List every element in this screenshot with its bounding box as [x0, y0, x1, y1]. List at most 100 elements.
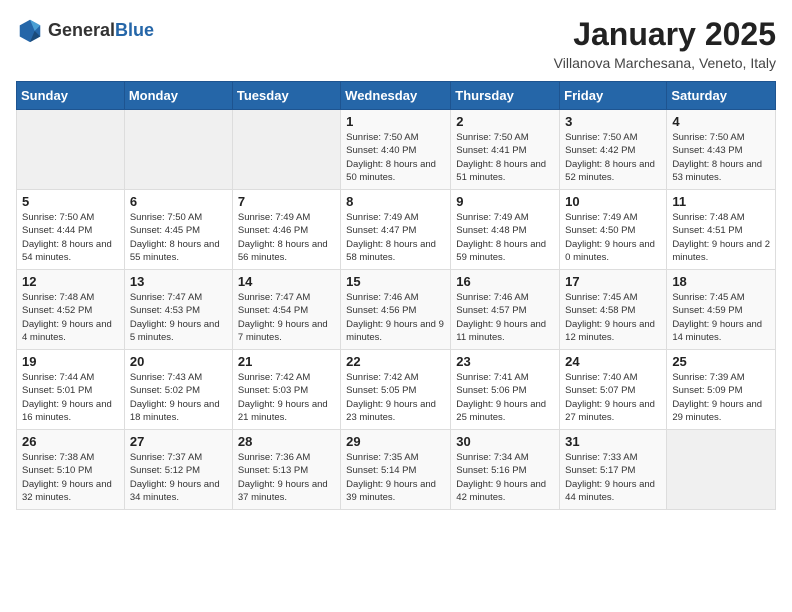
month-title: January 2025 — [554, 16, 776, 53]
day-info: Sunrise: 7:50 AMSunset: 4:43 PMDaylight:… — [672, 131, 770, 184]
title-block: January 2025 Villanova Marchesana, Venet… — [554, 16, 776, 71]
day-info: Sunrise: 7:45 AMSunset: 4:58 PMDaylight:… — [565, 291, 661, 344]
calendar-day-cell: 14 Sunrise: 7:47 AMSunset: 4:54 PMDayligh… — [232, 270, 340, 350]
day-info: Sunrise: 7:47 AMSunset: 4:54 PMDaylight:… — [238, 291, 335, 344]
calendar-day-cell: 25 Sunrise: 7:39 AMSunset: 5:09 PMDayligh… — [667, 350, 776, 430]
calendar-day-cell: 9 Sunrise: 7:49 AMSunset: 4:48 PMDaylight… — [451, 190, 560, 270]
day-info: Sunrise: 7:34 AMSunset: 5:16 PMDaylight:… — [456, 451, 554, 504]
calendar-day-cell — [232, 110, 340, 190]
calendar-day-cell: 28 Sunrise: 7:36 AMSunset: 5:13 PMDayligh… — [232, 430, 340, 510]
day-number: 3 — [565, 114, 661, 129]
day-number: 9 — [456, 194, 554, 209]
calendar-day-cell: 23 Sunrise: 7:41 AMSunset: 5:06 PMDayligh… — [451, 350, 560, 430]
day-number: 31 — [565, 434, 661, 449]
day-number: 16 — [456, 274, 554, 289]
day-info: Sunrise: 7:49 AMSunset: 4:46 PMDaylight:… — [238, 211, 335, 264]
day-info: Sunrise: 7:50 AMSunset: 4:44 PMDaylight:… — [22, 211, 119, 264]
calendar-day-cell: 20 Sunrise: 7:43 AMSunset: 5:02 PMDayligh… — [124, 350, 232, 430]
logo-icon — [16, 16, 44, 44]
day-info: Sunrise: 7:38 AMSunset: 5:10 PMDaylight:… — [22, 451, 119, 504]
calendar-day-cell: 30 Sunrise: 7:34 AMSunset: 5:16 PMDayligh… — [451, 430, 560, 510]
calendar-day-cell: 10 Sunrise: 7:49 AMSunset: 4:50 PMDayligh… — [560, 190, 667, 270]
location-title: Villanova Marchesana, Veneto, Italy — [554, 55, 776, 71]
day-number: 27 — [130, 434, 227, 449]
calendar-day-cell: 16Sunrise: 7:46 AMSunset: 4:57 PMDayligh… — [451, 270, 560, 350]
calendar-week-row: 26Sunrise: 7:38 AMSunset: 5:10 PMDayligh… — [17, 430, 776, 510]
calendar-day-cell: 26Sunrise: 7:38 AMSunset: 5:10 PMDayligh… — [17, 430, 125, 510]
calendar-day-cell: 11 Sunrise: 7:48 AMSunset: 4:51 PMDayligh… — [667, 190, 776, 270]
calendar-header-row: SundayMondayTuesdayWednesdayThursdayFrid… — [17, 82, 776, 110]
day-of-week-header: Wednesday — [341, 82, 451, 110]
page-header: GeneralBlue January 2025 Villanova March… — [16, 16, 776, 71]
day-info: Sunrise: 7:37 AMSunset: 5:12 PMDaylight:… — [130, 451, 227, 504]
day-number: 7 — [238, 194, 335, 209]
logo-blue: Blue — [115, 20, 154, 40]
day-info: Sunrise: 7:44 AMSunset: 5:01 PMDaylight:… — [22, 371, 119, 424]
logo-text: GeneralBlue — [48, 20, 154, 41]
calendar-day-cell: 5 Sunrise: 7:50 AMSunset: 4:44 PMDaylight… — [17, 190, 125, 270]
day-of-week-header: Saturday — [667, 82, 776, 110]
day-number: 19 — [22, 354, 119, 369]
day-of-week-header: Sunday — [17, 82, 125, 110]
day-info: Sunrise: 7:43 AMSunset: 5:02 PMDaylight:… — [130, 371, 227, 424]
calendar-day-cell: 7 Sunrise: 7:49 AMSunset: 4:46 PMDaylight… — [232, 190, 340, 270]
day-info: Sunrise: 7:50 AMSunset: 4:42 PMDaylight:… — [565, 131, 661, 184]
day-number: 11 — [672, 194, 770, 209]
logo: GeneralBlue — [16, 16, 154, 44]
calendar-day-cell: 18Sunrise: 7:45 AMSunset: 4:59 PMDayligh… — [667, 270, 776, 350]
day-number: 23 — [456, 354, 554, 369]
day-of-week-header: Thursday — [451, 82, 560, 110]
day-info: Sunrise: 7:49 AMSunset: 4:47 PMDaylight:… — [346, 211, 445, 264]
day-info: Sunrise: 7:42 AMSunset: 5:05 PMDaylight:… — [346, 371, 445, 424]
calendar-day-cell: 6Sunrise: 7:50 AMSunset: 4:45 PMDaylight… — [124, 190, 232, 270]
day-number: 13 — [130, 274, 227, 289]
day-number: 30 — [456, 434, 554, 449]
day-number: 20 — [130, 354, 227, 369]
day-number: 5 — [22, 194, 119, 209]
day-info: Sunrise: 7:36 AMSunset: 5:13 PMDaylight:… — [238, 451, 335, 504]
calendar-day-cell: 22Sunrise: 7:42 AMSunset: 5:05 PMDayligh… — [341, 350, 451, 430]
day-number: 15 — [346, 274, 445, 289]
day-number: 14 — [238, 274, 335, 289]
day-number: 28 — [238, 434, 335, 449]
calendar-day-cell — [124, 110, 232, 190]
day-number: 25 — [672, 354, 770, 369]
day-info: Sunrise: 7:49 AMSunset: 4:48 PMDaylight:… — [456, 211, 554, 264]
day-info: Sunrise: 7:46 AMSunset: 4:56 PMDaylight:… — [346, 291, 445, 344]
calendar-week-row: 19 Sunrise: 7:44 AMSunset: 5:01 PMDayligh… — [17, 350, 776, 430]
calendar-table: SundayMondayTuesdayWednesdayThursdayFrid… — [16, 81, 776, 510]
calendar-day-cell: 13 Sunrise: 7:47 AMSunset: 4:53 PMDayligh… — [124, 270, 232, 350]
day-info: Sunrise: 7:48 AMSunset: 4:51 PMDaylight:… — [672, 211, 770, 264]
day-info: Sunrise: 7:49 AMSunset: 4:50 PMDaylight:… — [565, 211, 661, 264]
calendar-day-cell: 17Sunrise: 7:45 AMSunset: 4:58 PMDayligh… — [560, 270, 667, 350]
calendar-day-cell: 12Sunrise: 7:48 AMSunset: 4:52 PMDayligh… — [17, 270, 125, 350]
calendar-day-cell: 24Sunrise: 7:40 AMSunset: 5:07 PMDayligh… — [560, 350, 667, 430]
calendar-day-cell — [17, 110, 125, 190]
day-number: 24 — [565, 354, 661, 369]
day-number: 21 — [238, 354, 335, 369]
calendar-day-cell: 3 Sunrise: 7:50 AMSunset: 4:42 PMDaylight… — [560, 110, 667, 190]
day-number: 4 — [672, 114, 770, 129]
day-info: Sunrise: 7:35 AMSunset: 5:14 PMDaylight:… — [346, 451, 445, 504]
day-of-week-header: Monday — [124, 82, 232, 110]
calendar-week-row: 12Sunrise: 7:48 AMSunset: 4:52 PMDayligh… — [17, 270, 776, 350]
calendar-day-cell: 27 Sunrise: 7:37 AMSunset: 5:12 PMDayligh… — [124, 430, 232, 510]
calendar-day-cell: 31Sunrise: 7:33 AMSunset: 5:17 PMDayligh… — [560, 430, 667, 510]
day-info: Sunrise: 7:39 AMSunset: 5:09 PMDaylight:… — [672, 371, 770, 424]
calendar-week-row: 1 Sunrise: 7:50 AMSunset: 4:40 PMDaylight… — [17, 110, 776, 190]
day-number: 1 — [346, 114, 445, 129]
day-number: 6 — [130, 194, 227, 209]
calendar-day-cell: 8 Sunrise: 7:49 AMSunset: 4:47 PMDaylight… — [341, 190, 451, 270]
day-number: 8 — [346, 194, 445, 209]
logo-general: General — [48, 20, 115, 40]
day-number: 18 — [672, 274, 770, 289]
day-number: 2 — [456, 114, 554, 129]
calendar-day-cell: 1 Sunrise: 7:50 AMSunset: 4:40 PMDaylight… — [341, 110, 451, 190]
calendar-day-cell: 4 Sunrise: 7:50 AMSunset: 4:43 PMDaylight… — [667, 110, 776, 190]
day-info: Sunrise: 7:47 AMSunset: 4:53 PMDaylight:… — [130, 291, 227, 344]
calendar-day-cell: 19 Sunrise: 7:44 AMSunset: 5:01 PMDayligh… — [17, 350, 125, 430]
day-info: Sunrise: 7:41 AMSunset: 5:06 PMDaylight:… — [456, 371, 554, 424]
day-number: 10 — [565, 194, 661, 209]
day-info: Sunrise: 7:50 AMSunset: 4:40 PMDaylight:… — [346, 131, 445, 184]
day-number: 12 — [22, 274, 119, 289]
